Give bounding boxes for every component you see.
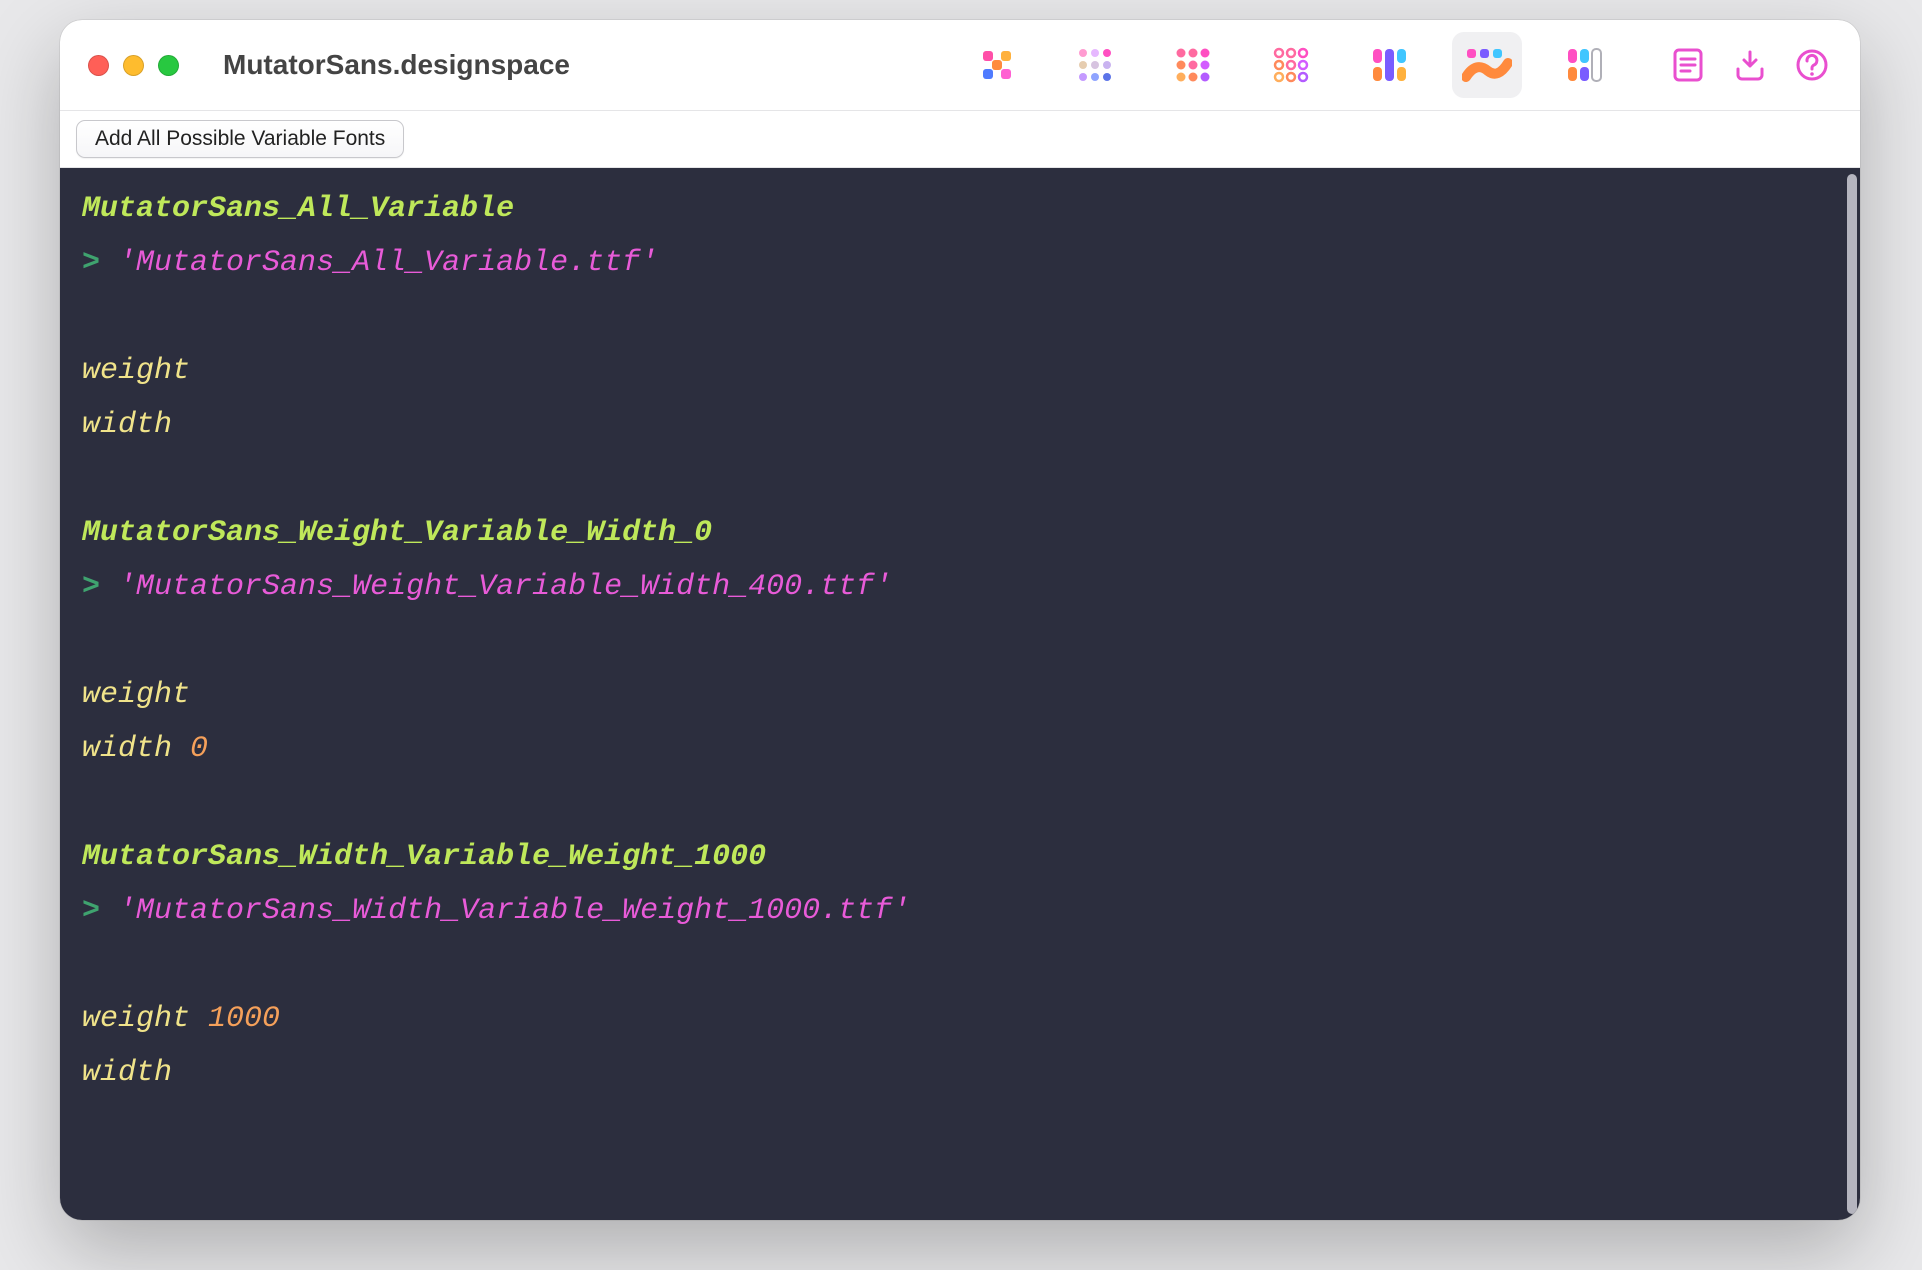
axis-label: weight: [82, 678, 190, 712]
traffic-lights: [88, 55, 179, 76]
cross-icon: [975, 43, 1019, 87]
tab-variable-fonts[interactable]: [1452, 32, 1522, 98]
window-title: MutatorSans.designspace: [223, 49, 570, 81]
tab-sources-light[interactable]: [1060, 32, 1130, 98]
output-text[interactable]: MutatorSans_All_Variable > 'MutatorSans_…: [60, 168, 1848, 1220]
tab-switcher: [962, 32, 1620, 98]
tab-axes[interactable]: [962, 32, 1032, 98]
axis-label: weight: [82, 1002, 190, 1036]
tab-sources-solid[interactable]: [1158, 32, 1228, 98]
help-icon: [1794, 47, 1830, 83]
tab-rules[interactable]: [1354, 32, 1424, 98]
swoosh-icon: [1462, 43, 1512, 87]
titlebar: MutatorSans.designspace: [60, 20, 1860, 111]
arrow-icon: >: [82, 570, 100, 604]
app-window: MutatorSans.designspace: [60, 20, 1860, 1220]
axis-value: 1000: [208, 1002, 280, 1036]
bars-icon: [1367, 43, 1411, 87]
output-file: 'MutatorSans_Weight_Variable_Width_400.t…: [118, 570, 892, 604]
grid-solid-icon: [1171, 43, 1215, 87]
tab-instances[interactable]: [1256, 32, 1326, 98]
minimize-button[interactable]: [123, 55, 144, 76]
scrollbar-thumb[interactable]: [1847, 174, 1857, 1214]
output-file: 'MutatorSans_All_Variable.ttf': [118, 246, 658, 280]
tab-labels[interactable]: [1550, 32, 1620, 98]
grid-ring-icon: [1269, 43, 1313, 87]
scrollbar[interactable]: [1847, 174, 1857, 1214]
help-button[interactable]: [1792, 45, 1832, 85]
font-name: MutatorSans_All_Variable: [82, 192, 514, 226]
font-name: MutatorSans_Weight_Variable_Width_0: [82, 516, 712, 550]
swatch-icon: [1563, 43, 1607, 87]
titlebar-right-icons: [1668, 45, 1832, 85]
axis-label: width: [82, 1056, 172, 1090]
document-button[interactable]: [1668, 45, 1708, 85]
download-icon: [1732, 47, 1768, 83]
document-icon: [1672, 47, 1704, 83]
maximize-button[interactable]: [158, 55, 179, 76]
font-name: MutatorSans_Width_Variable_Weight_1000: [82, 840, 766, 874]
axis-label: width: [82, 408, 172, 442]
download-button[interactable]: [1730, 45, 1770, 85]
arrow-icon: >: [82, 246, 100, 280]
arrow-icon: >: [82, 894, 100, 928]
sub-toolbar: Add All Possible Variable Fonts: [60, 111, 1860, 168]
axis-label: weight: [82, 354, 190, 388]
close-button[interactable]: [88, 55, 109, 76]
add-all-variable-fonts-button[interactable]: Add All Possible Variable Fonts: [76, 120, 404, 158]
axis-label: width: [82, 732, 172, 766]
grid-light-icon: [1073, 43, 1117, 87]
output-file: 'MutatorSans_Width_Variable_Weight_1000.…: [118, 894, 910, 928]
output-panel: MutatorSans_All_Variable > 'MutatorSans_…: [60, 168, 1860, 1220]
axis-value: 0: [190, 732, 208, 766]
